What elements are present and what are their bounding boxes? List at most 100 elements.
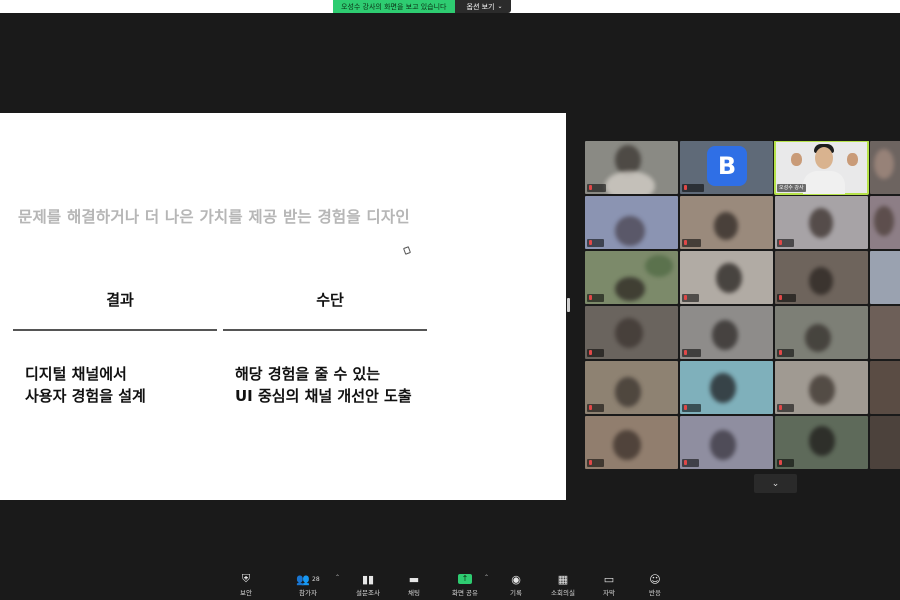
participant-tile[interactable] — [680, 361, 773, 414]
participant-name-tag — [587, 349, 604, 357]
screen-share-banner: 오성수 강사의 화면을 보고 있습니다 옵션 보기 ⌄ — [333, 0, 511, 13]
share-menu-caret[interactable]: ⌃ — [484, 574, 489, 581]
column-line: 디지털 채널에서 — [25, 365, 127, 383]
participant-tile[interactable] — [585, 306, 678, 359]
mic-muted-icon — [589, 295, 592, 300]
chat-button[interactable]: ▬ 채팅 — [390, 572, 438, 598]
polls-button[interactable]: ▮▮ 설문조사 — [344, 572, 392, 598]
host-hand — [791, 153, 802, 166]
column-line: 해당 경험을 줄 수 있는 — [235, 365, 381, 383]
mic-muted-icon — [779, 240, 782, 245]
chevron-down-icon: ⌄ — [771, 478, 780, 489]
participant-tile[interactable] — [775, 361, 868, 414]
participant-tile[interactable] — [680, 416, 773, 469]
mic-muted-icon — [684, 185, 687, 190]
column-text-result: 디지털 채널에서 사용자 경험을 설계 — [25, 363, 146, 407]
column-line: UI 중심의 채널 개선안 도출 — [235, 387, 412, 405]
toolbar-label: 소회의실 — [551, 589, 575, 597]
people-icon: 👥 28 — [296, 572, 320, 586]
participant-tile[interactable] — [870, 196, 900, 249]
column-line: 사용자 경험을 설계 — [25, 387, 146, 405]
mic-muted-icon — [684, 460, 687, 465]
slide-headline: 문제를 해결하거나 더 나은 가치를 제공 받는 경험을 디자인 — [18, 208, 410, 226]
column-text-means: 해당 경험을 줄 수 있는 UI 중심의 채널 개선안 도출 — [235, 363, 412, 407]
participant-tile[interactable] — [775, 251, 868, 304]
poll-icon: ▮▮ — [361, 572, 375, 586]
participant-tile[interactable] — [680, 306, 773, 359]
participant-tile[interactable] — [585, 416, 678, 469]
captions-button[interactable]: ▭ 자막 — [585, 572, 633, 598]
participant-name-tag — [587, 239, 604, 247]
share-status-text: 오성수 강사의 화면을 보고 있습니다 — [333, 0, 455, 13]
participant-name-tag — [777, 459, 794, 467]
brand-logo: B — [707, 146, 747, 186]
mic-muted-icon — [779, 350, 782, 355]
column-divider — [13, 329, 217, 331]
participant-tile[interactable] — [680, 196, 773, 249]
participants-menu-caret[interactable]: ⌃ — [335, 574, 340, 581]
shared-screen: 문제를 해결하거나 더 나은 가치를 제공 받는 경험을 디자인 결과 디지털 … — [0, 113, 566, 500]
participant-tile[interactable] — [585, 141, 678, 194]
mic-muted-icon — [589, 460, 592, 465]
meeting-toolbar: ⛨ 보안 👥 28 참가자 ⌃ ▮▮ 설문조사 ▬ 채팅 ↑ 화면 공유 ⌃ ◉ … — [0, 560, 900, 600]
active-speaker-tile[interactable]: 오성수 강사 — [774, 141, 869, 195]
gallery-scroll-down-button[interactable]: ⌄ — [754, 474, 797, 493]
record-icon: ◉ — [511, 572, 521, 586]
chat-icon: ▬ — [408, 572, 420, 586]
participant-name-tag — [587, 459, 604, 467]
participant-tile[interactable]: B — [680, 141, 773, 194]
mic-muted-icon — [589, 240, 592, 245]
participant-tile[interactable] — [870, 361, 900, 414]
mic-muted-icon — [589, 405, 592, 410]
panel-resize-handle[interactable] — [567, 298, 570, 312]
participant-tile[interactable] — [680, 251, 773, 304]
participant-tile[interactable] — [775, 306, 868, 359]
mic-muted-icon — [779, 405, 782, 410]
security-button[interactable]: ⛨ 보안 — [222, 572, 270, 597]
participant-tile[interactable] — [870, 141, 900, 194]
participant-name-tag — [682, 184, 704, 192]
view-options-button[interactable]: 옵션 보기 ⌄ — [454, 0, 511, 13]
toolbar-label: 반응 — [649, 589, 661, 597]
mic-muted-icon — [684, 240, 687, 245]
participant-name-tag — [777, 404, 794, 412]
participant-tile[interactable] — [775, 416, 868, 469]
participants-button[interactable]: 👥 28 참가자 — [284, 572, 332, 598]
share-screen-button[interactable]: ↑ 화면 공유 — [441, 572, 489, 597]
column-heading-result: 결과 — [106, 291, 134, 309]
participant-tile[interactable] — [870, 306, 900, 359]
host-video — [803, 171, 845, 194]
participant-name-tag — [587, 294, 604, 302]
mic-muted-icon — [589, 185, 592, 190]
shield-icon: ⛨ — [241, 572, 251, 585]
toolbar-label: 화면 공유 — [452, 589, 478, 597]
toolbar-label: 보안 — [240, 589, 252, 597]
toolbar-label: 기록 — [510, 589, 522, 597]
participant-tile[interactable] — [585, 251, 678, 304]
host-hand — [847, 153, 858, 166]
toolbar-label: 설문조사 — [356, 589, 380, 597]
participant-tile[interactable] — [775, 196, 868, 249]
mic-muted-icon — [779, 295, 782, 300]
participant-name-tag — [682, 349, 701, 357]
share-screen-icon: ↑ — [441, 572, 489, 586]
participant-name-tag — [587, 404, 604, 412]
participant-name-tag — [587, 184, 606, 192]
record-button[interactable]: ◉ 기록 — [492, 572, 540, 598]
participant-name-tag — [682, 294, 699, 302]
column-heading-means: 수단 — [316, 291, 344, 309]
pointer-cursor-icon — [402, 246, 412, 255]
breakout-rooms-button[interactable]: ▦ 소회의실 — [539, 572, 587, 598]
toolbar-label: 자막 — [603, 589, 615, 597]
reactions-button[interactable]: ☺ 반응 — [631, 572, 679, 598]
participant-tile[interactable] — [585, 361, 678, 414]
view-options-label: 옵션 보기 — [466, 2, 495, 11]
participant-count: 28 — [312, 575, 320, 583]
participant-tile[interactable] — [870, 251, 900, 304]
reactions-icon: ☺ — [649, 572, 661, 586]
participant-name-tag — [682, 404, 701, 412]
participant-tile[interactable] — [870, 416, 900, 469]
participant-name-tag — [777, 239, 794, 247]
participant-tile[interactable] — [585, 196, 678, 249]
toolbar-label: 참가자 — [299, 589, 317, 597]
